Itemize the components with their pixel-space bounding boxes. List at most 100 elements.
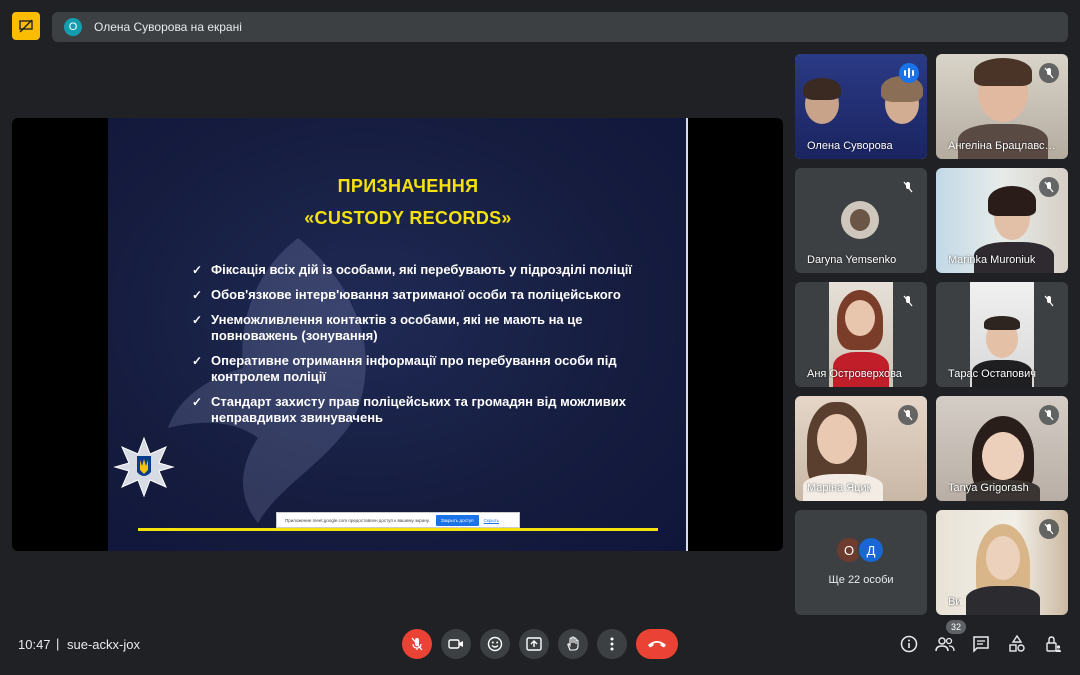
end-call-icon (648, 641, 666, 648)
check-icon: ✓ (192, 395, 203, 409)
mic-off-icon (898, 177, 918, 197)
participant-tile[interactable]: Daryna Yemsenko (795, 168, 927, 273)
present-icon (526, 637, 542, 651)
bullet-text: Унеможливлення контактів з особами, які … (211, 312, 583, 343)
stop-sharing-button[interactable]: Закрыть доступ (435, 514, 479, 526)
people-count-badge: 32 (946, 620, 966, 634)
speaking-indicator-icon (899, 63, 919, 83)
self-tile[interactable]: Ви (936, 510, 1068, 615)
slide-title-line2: «CUSTODY RECORDS» (304, 208, 512, 228)
separator: | (56, 636, 60, 651)
mic-off-icon (1039, 177, 1059, 197)
participant-body (966, 586, 1040, 615)
slide-bullet: ✓ Обов'язкове інтерв'ювання затриманої ос… (192, 287, 632, 303)
participant-hair (988, 186, 1036, 216)
raise-hand-icon (567, 636, 579, 651)
present-screen-button[interactable] (519, 629, 549, 659)
participant-name: Тарас Остапович (948, 368, 1037, 380)
participant-tile[interactable]: Маріна Яцик (795, 396, 927, 501)
participant-hair (803, 78, 841, 100)
presentation-mode-icon[interactable] (12, 12, 40, 40)
host-controls-button[interactable] (1043, 634, 1063, 654)
mic-off-icon (1039, 63, 1059, 83)
more-options-button[interactable] (597, 629, 627, 659)
check-icon: ✓ (192, 313, 203, 327)
participant-face (817, 414, 857, 464)
more-vert-icon (610, 637, 614, 651)
raise-hand-button[interactable] (558, 629, 588, 659)
police-emblem-icon (113, 436, 175, 498)
end-call-button[interactable] (636, 629, 678, 659)
participant-face (986, 536, 1020, 580)
check-icon: ✓ (192, 263, 203, 277)
presenting-banner: О Олена Суворова на екрані (52, 12, 1068, 42)
mic-toggle-button[interactable] (402, 629, 432, 659)
meeting-code: sue-ackx-jox (67, 637, 140, 652)
participant-name: Аня Островерхова (807, 368, 902, 380)
more-participants-label: Ще 22 особи (828, 574, 894, 586)
participant-tile[interactable]: Marinka Muroniuk (936, 168, 1068, 273)
participant-face (845, 300, 875, 336)
bullet-text: Оперативне отримання інформації про пере… (211, 353, 617, 384)
participant-name: Олена Суворова (807, 140, 893, 152)
screen-share-notice: Приложение meet.google.com предоставлен … (276, 512, 520, 528)
participant-initial-avatar: Д (857, 536, 885, 564)
participant-name: Marinka Muroniuk (948, 254, 1036, 266)
presentation-slide: ПРИЗНАЧЕННЯ «CUSTODY RECORDS» ✓ Фіксація … (108, 118, 686, 551)
participant-tile[interactable]: Ангеліна Брацлавська (936, 54, 1068, 159)
more-avatars: О Д (835, 536, 885, 564)
bullet-text: Обов'язкове інтерв'ювання затриманої осо… (211, 287, 621, 302)
slide-bullet: ✓ Стандарт захисту прав поліцейських та г… (192, 394, 632, 426)
participant-tile[interactable]: Tanya Grigorash (936, 396, 1068, 501)
camera-toggle-button[interactable] (441, 629, 471, 659)
participant-name: Ангеліна Брацлавська (948, 140, 1060, 152)
mic-off-icon (898, 405, 918, 425)
meeting-clock: 10:47 (18, 637, 51, 652)
participant-name: Tanya Grigorash (948, 482, 1029, 494)
chat-button[interactable] (971, 634, 991, 654)
participant-tile[interactable]: Олена Суворова (795, 54, 927, 159)
slide-title: ПРИЗНАЧЕННЯ «CUSTODY RECORDS» (108, 170, 686, 234)
participant-face (982, 432, 1024, 480)
mic-off-icon (1039, 519, 1059, 539)
mic-off-icon (1039, 291, 1059, 311)
participant-hair (984, 316, 1020, 330)
slide-divider (138, 528, 658, 531)
share-notice-text: Приложение meet.google.com предоставлен … (285, 517, 430, 523)
slide-edge-divider (686, 118, 688, 551)
participant-name: Ви (948, 596, 962, 608)
check-icon: ✓ (192, 288, 203, 302)
mic-off-icon (411, 637, 423, 651)
slide-bullet: ✓ Унеможливлення контактів з особами, які… (192, 312, 632, 344)
mic-off-icon (898, 291, 918, 311)
check-icon: ✓ (192, 354, 203, 368)
more-participants-tile[interactable]: О Д Ще 22 особи (795, 510, 927, 615)
camera-icon (448, 639, 463, 649)
mic-off-icon (1039, 405, 1059, 425)
activities-button[interactable] (1007, 634, 1027, 654)
bullet-text: Фіксація всіх дій із особами, які перебу… (211, 262, 632, 277)
slide-bullet: ✓ Фіксація всіх дій із особами, які переб… (192, 262, 632, 278)
presenter-avatar: О (64, 18, 82, 36)
activities-icon (1009, 635, 1025, 652)
participant-tile[interactable]: Аня Островерхова (795, 282, 927, 387)
slide-bullet-list: ✓ Фіксація всіх дій із особами, які переб… (192, 262, 632, 435)
emoji-icon (487, 636, 503, 652)
participant-tile[interactable]: Тарас Остапович (936, 282, 1068, 387)
lock-person-icon (1046, 636, 1061, 652)
info-icon (900, 635, 918, 653)
people-icon (935, 637, 955, 652)
screen-share-stage: ПРИЗНАЧЕННЯ «CUSTODY RECORDS» ✓ Фіксація … (12, 118, 783, 551)
emoji-reactions-button[interactable] (480, 629, 510, 659)
meeting-details-button[interactable] (899, 634, 919, 654)
bullet-text: Стандарт захисту прав поліцейських та гр… (211, 394, 626, 425)
presenter-label: Олена Суворова на екрані (94, 20, 242, 34)
show-everyone-button[interactable] (935, 634, 955, 654)
chat-icon (973, 636, 989, 653)
participant-hair (974, 58, 1032, 86)
hide-notice-link[interactable]: Скрыть (484, 518, 499, 523)
participant-name: Маріна Яцик (807, 482, 872, 494)
participant-avatar (841, 201, 879, 239)
participant-name: Daryna Yemsenko (807, 254, 897, 266)
slide-title-line1: ПРИЗНАЧЕННЯ (337, 176, 479, 196)
